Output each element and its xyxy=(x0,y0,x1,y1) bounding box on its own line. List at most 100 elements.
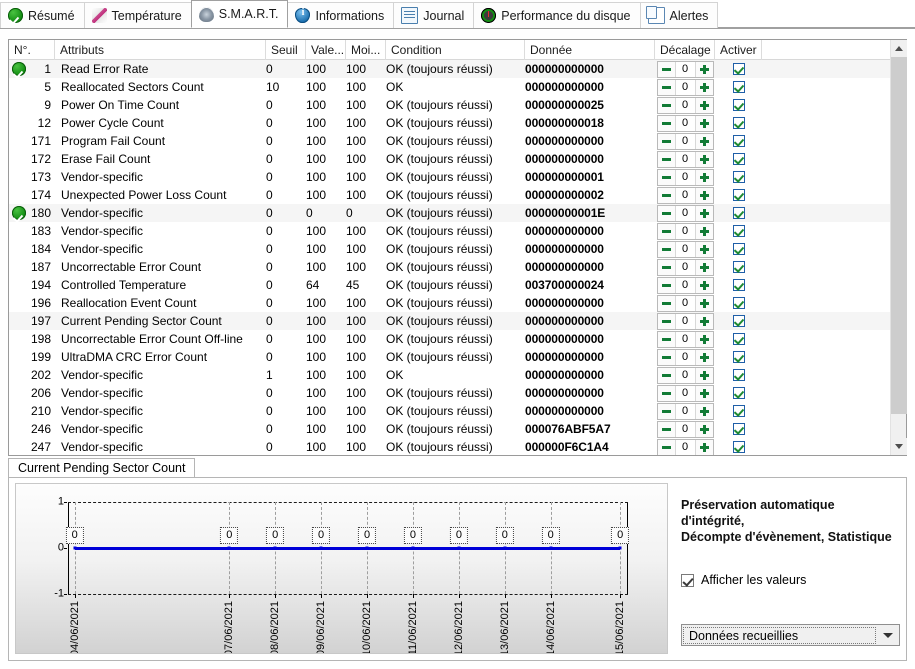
offset-increment-button[interactable] xyxy=(695,223,713,239)
enable-checkbox[interactable] xyxy=(732,135,745,147)
scroll-up-button[interactable] xyxy=(891,40,907,57)
offset-decrement-button[interactable] xyxy=(657,349,675,365)
combo-dropdown-button[interactable] xyxy=(877,625,899,645)
grid-vertical-scrollbar[interactable] xyxy=(890,40,907,455)
table-row[interactable]: 198 Uncorrectable Error Count Off-line 0 10… xyxy=(9,330,906,348)
offset-stepper[interactable]: 0 xyxy=(656,150,714,168)
offset-stepper[interactable]: 0 xyxy=(656,294,714,312)
offset-decrement-button[interactable] xyxy=(657,133,675,149)
offset-stepper[interactable]: 0 xyxy=(656,438,714,455)
offset-increment-button[interactable] xyxy=(695,241,713,257)
enable-checkbox[interactable] xyxy=(732,423,745,435)
scroll-down-button[interactable] xyxy=(891,438,907,455)
table-row[interactable]: 184 Vendor-specific 0 100 100 OK (toujours ré… xyxy=(9,240,906,258)
table-row[interactable]: 194 Controlled Temperature 0 64 45 OK (toujou… xyxy=(9,276,906,294)
tab-smart[interactable]: S.M.A.R.T. xyxy=(190,0,289,28)
enable-checkbox[interactable] xyxy=(732,441,745,453)
offset-stepper[interactable]: 0 xyxy=(656,78,714,96)
enable-checkbox[interactable] xyxy=(732,297,745,309)
show-values-checkbox-row[interactable]: Afficher les valeurs xyxy=(681,573,901,587)
enable-checkbox[interactable] xyxy=(732,153,745,165)
offset-decrement-button[interactable] xyxy=(657,61,675,77)
offset-increment-button[interactable] xyxy=(695,295,713,311)
offset-increment-button[interactable] xyxy=(695,385,713,401)
offset-increment-button[interactable] xyxy=(695,313,713,329)
offset-decrement-button[interactable] xyxy=(657,223,675,239)
table-row[interactable]: 202 Vendor-specific 1 100 100 OK 000000000000 0 xyxy=(9,366,906,384)
column-header-decalage[interactable]: Décalage xyxy=(655,39,715,60)
offset-stepper[interactable]: 0 xyxy=(656,114,714,132)
table-row[interactable]: 12 Power Cycle Count 0 100 100 OK (toujours r… xyxy=(9,114,906,132)
enable-checkbox[interactable] xyxy=(732,243,745,255)
table-row[interactable]: 206 Vendor-specific 0 100 100 OK (toujours ré… xyxy=(9,384,906,402)
offset-stepper[interactable]: 0 xyxy=(656,258,714,276)
scrollbar-thumb[interactable] xyxy=(891,57,907,414)
offset-increment-button[interactable] xyxy=(695,169,713,185)
offset-decrement-button[interactable] xyxy=(657,97,675,113)
enable-checkbox[interactable] xyxy=(732,189,745,201)
offset-stepper[interactable]: 0 xyxy=(656,402,714,420)
offset-stepper[interactable]: 0 xyxy=(656,204,714,222)
tab-current-pending-sector-count[interactable]: Current Pending Sector Count xyxy=(8,458,196,478)
column-header-no[interactable]: N°. xyxy=(9,39,55,60)
table-row[interactable]: 5 Reallocated Sectors Count 10 100 100 OK 0000… xyxy=(9,78,906,96)
offset-stepper[interactable]: 0 xyxy=(656,96,714,114)
offset-increment-button[interactable] xyxy=(695,259,713,275)
offset-increment-button[interactable] xyxy=(695,277,713,293)
offset-decrement-button[interactable] xyxy=(657,187,675,203)
offset-decrement-button[interactable] xyxy=(657,115,675,131)
offset-decrement-button[interactable] xyxy=(657,439,675,455)
offset-decrement-button[interactable] xyxy=(657,259,675,275)
offset-stepper[interactable]: 0 xyxy=(656,366,714,384)
offset-increment-button[interactable] xyxy=(695,421,713,437)
tab-alertes[interactable]: Alertes xyxy=(639,2,719,28)
offset-decrement-button[interactable] xyxy=(657,241,675,257)
enable-checkbox[interactable] xyxy=(732,351,745,363)
column-header-condition[interactable]: Condition xyxy=(386,39,525,60)
table-row[interactable]: 9 Power On Time Count 0 100 100 OK (toujours … xyxy=(9,96,906,114)
offset-decrement-button[interactable] xyxy=(657,385,675,401)
data-source-select[interactable]: Données recueillies xyxy=(681,624,900,646)
offset-decrement-button[interactable] xyxy=(657,169,675,185)
offset-stepper[interactable]: 0 xyxy=(656,348,714,366)
tab-resume[interactable]: Résumé xyxy=(0,2,85,28)
offset-stepper[interactable]: 0 xyxy=(656,60,714,78)
show-values-checkbox[interactable] xyxy=(681,573,694,587)
column-header-attributs[interactable]: Attributs xyxy=(55,39,266,60)
table-row[interactable]: 197 Current Pending Sector Count 0 100 100 OK… xyxy=(9,312,906,330)
enable-checkbox[interactable] xyxy=(732,333,745,345)
enable-checkbox[interactable] xyxy=(732,261,745,273)
offset-increment-button[interactable] xyxy=(695,439,713,455)
offset-stepper[interactable]: 0 xyxy=(656,240,714,258)
offset-increment-button[interactable] xyxy=(695,115,713,131)
enable-checkbox[interactable] xyxy=(732,117,745,129)
tab-journal[interactable]: Journal xyxy=(393,2,475,28)
offset-increment-button[interactable] xyxy=(695,349,713,365)
table-row[interactable]: 210 Vendor-specific 0 100 100 OK (toujours ré… xyxy=(9,402,906,420)
table-row[interactable]: 173 Vendor-specific 0 100 100 OK (toujours ré… xyxy=(9,168,906,186)
offset-stepper[interactable]: 0 xyxy=(656,186,714,204)
table-row[interactable]: 196 Reallocation Event Count 0 100 100 OK (to… xyxy=(9,294,906,312)
column-header-seuil[interactable]: Seuil xyxy=(266,39,306,60)
offset-stepper[interactable]: 0 xyxy=(656,312,714,330)
enable-checkbox[interactable] xyxy=(732,405,745,417)
table-row[interactable]: 199 UltraDMA CRC Error Count 0 100 100 OK (to… xyxy=(9,348,906,366)
column-header-valeur[interactable]: Vale... xyxy=(306,39,346,60)
offset-decrement-button[interactable] xyxy=(657,421,675,437)
offset-decrement-button[interactable] xyxy=(657,205,675,221)
table-row[interactable]: 180 Vendor-specific 0 0 0 OK (toujours réussi… xyxy=(9,204,906,222)
enable-checkbox[interactable] xyxy=(732,99,745,111)
offset-increment-button[interactable] xyxy=(695,151,713,167)
offset-increment-button[interactable] xyxy=(695,403,713,419)
table-row[interactable]: 172 Erase Fail Count 0 100 100 OK (toujours r… xyxy=(9,150,906,168)
tab-informations[interactable]: Informations xyxy=(287,2,395,28)
offset-decrement-button[interactable] xyxy=(657,331,675,347)
enable-checkbox[interactable] xyxy=(732,387,745,399)
tab-temperature[interactable]: Température xyxy=(83,2,192,28)
offset-decrement-button[interactable] xyxy=(657,79,675,95)
table-row[interactable]: 183 Vendor-specific 0 100 100 OK (toujours ré… xyxy=(9,222,906,240)
column-header-activer[interactable]: Activer xyxy=(715,39,762,60)
offset-increment-button[interactable] xyxy=(695,331,713,347)
table-row[interactable]: 187 Uncorrectable Error Count 0 100 100 OK (t… xyxy=(9,258,906,276)
offset-increment-button[interactable] xyxy=(695,133,713,149)
